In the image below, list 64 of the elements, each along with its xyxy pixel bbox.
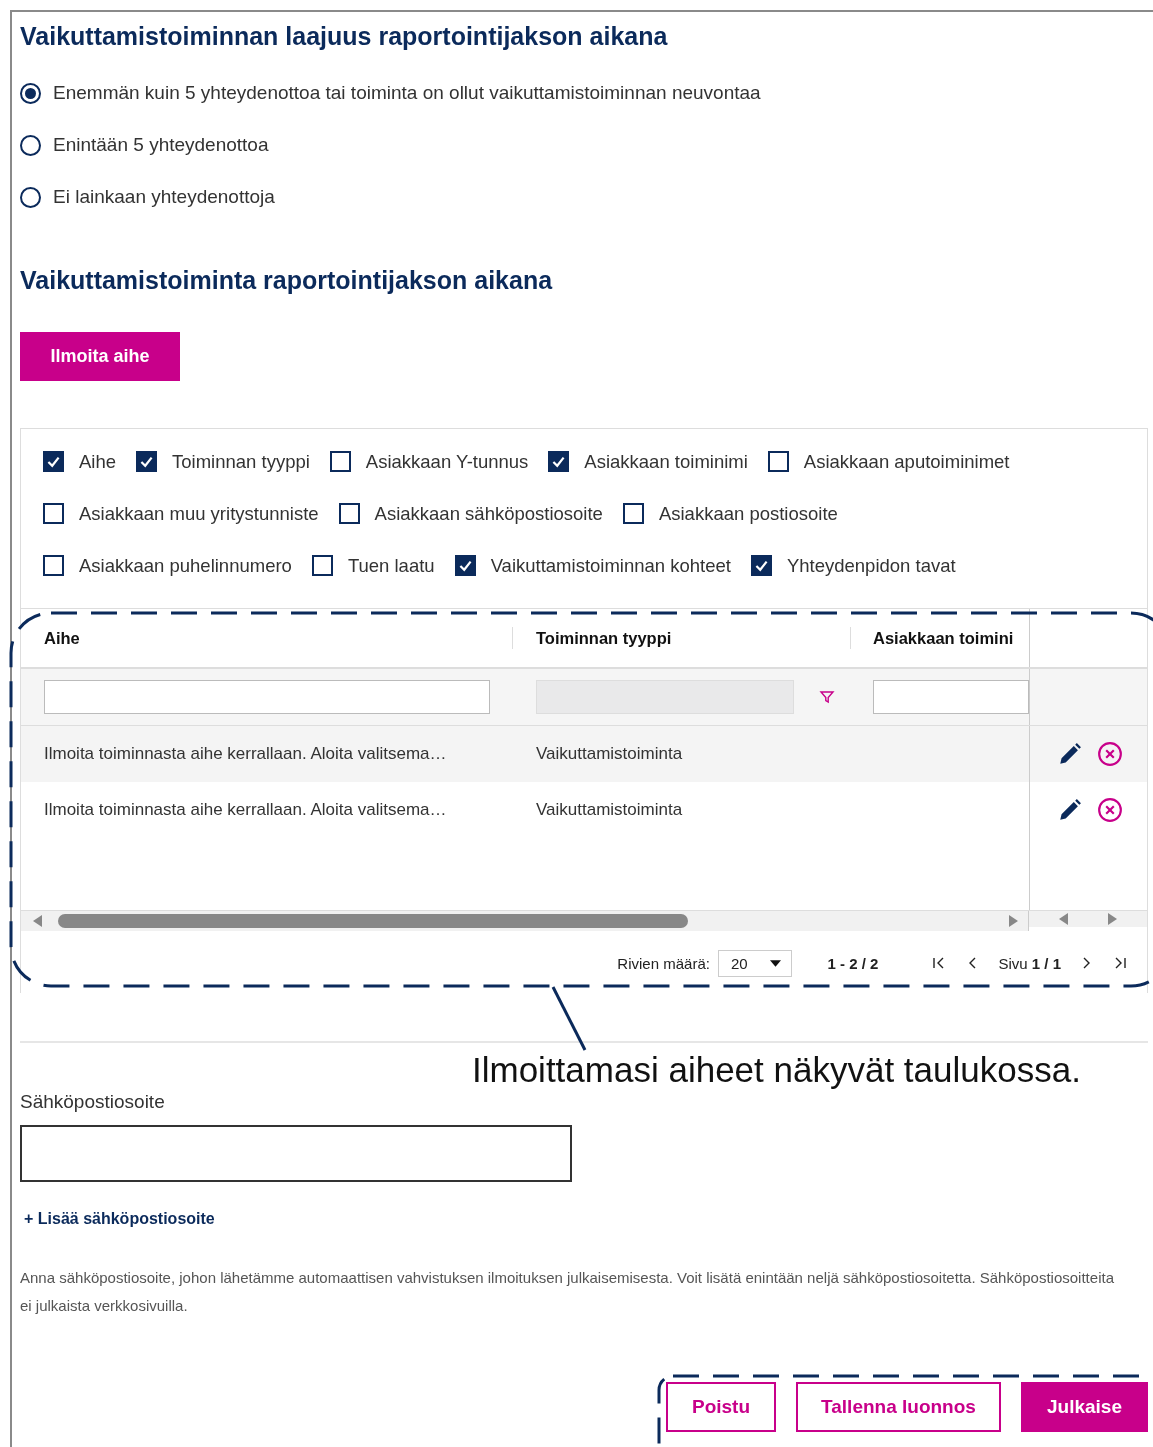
checkbox[interactable] [338,503,360,524]
filter-icon[interactable] [819,689,835,705]
filter-input[interactable] [44,680,490,714]
checkbox[interactable] [329,451,351,472]
action-button[interactable]: Poistu [666,1382,776,1432]
edit-icon[interactable] [1057,797,1083,823]
column-header[interactable]: Asiakkaan toimini [873,628,1014,648]
checkbox[interactable] [767,451,789,472]
checkbox-label: Asiakkaan aputoiminimet [803,450,1010,473]
checkbox-label: Asiakkaan toiminimi [584,450,748,473]
checkbox-label: Yhteydenpidon tavat [786,554,956,577]
help-text: Anna sähköpostiosoite, johon lähetämme automaattisen vahvistuksen ilmoituksen julkaisemisesta. Voit lisätä enintään neljä sähköpostiosoitetta. Sähköpostiosoitteita ei julkaista verkkosivuilla. [20,1268,1115,1316]
page-range: 1 - 2 / 2 [827,954,879,972]
checkbox[interactable] [622,503,644,524]
caret-icon [769,959,781,967]
horizontal-scrollbar[interactable] [1029,911,1147,927]
radio-label: Ei lainkaan yhteydenottoja [53,186,275,208]
table-cell: Vaikuttamistoiminta [536,744,683,763]
column-header[interactable]: Toiminnan tyyppi [536,628,672,648]
checkbox[interactable] [136,451,158,472]
checkbox[interactable] [750,555,772,576]
table-cell: Vaikuttamistoiminta [536,800,683,819]
edit-icon[interactable] [1057,741,1083,767]
checkbox[interactable] [43,503,64,524]
checkbox-label: Asiakkaan muu yritystunniste [79,502,319,525]
checkbox[interactable] [454,555,476,576]
action-button[interactable]: Julkaise [1021,1382,1148,1432]
add-topic-button[interactable]: Ilmoita aihe [20,332,180,381]
email-input[interactable] [20,1125,572,1182]
horizontal-scrollbar[interactable] [21,911,1029,931]
checkbox[interactable] [43,555,64,576]
annotation-text: Ilmoittamasi aiheet näkyvät taulukossa. [472,1050,1081,1090]
checkbox-label: Tuen laatu [347,554,435,577]
radio-button[interactable] [20,186,41,208]
field-label: Sähköpostiosoite [20,1091,165,1113]
checkbox-label: Toiminnan tyyppi [172,450,310,473]
radio-button[interactable] [20,82,41,104]
checkbox-label: Asiakkaan puhelinnumero [79,554,292,577]
checkbox-label: Asiakkaan Y-tunnus [365,450,529,473]
column-header[interactable]: Aihe [44,628,80,648]
delete-icon[interactable] [1097,741,1123,767]
delete-icon[interactable] [1097,797,1123,823]
radio-label: Enintään 5 yhteydenottoa [53,134,269,156]
page-indicator: Sivu 1 / 1 [998,954,1061,972]
checkbox-label: Aihe [79,450,117,473]
checkbox[interactable] [311,555,333,576]
section-heading: Vaikuttamistoiminnan laajuus raportointijakson aikana [20,22,668,51]
last-page-icon[interactable] [1113,956,1127,970]
radio-button[interactable] [20,134,41,156]
section-heading: Vaikuttamistoiminta raportointijakson aikana [20,266,553,295]
checkbox-label: Asiakkaan postiosoite [658,502,838,525]
add-email-link[interactable]: + Lisää sähköpostiosoite [24,1210,215,1228]
action-button[interactable]: Tallenna luonnos [796,1382,1001,1432]
checkbox[interactable] [43,451,64,472]
checkbox-label: Vaikuttamistoiminnan kohteet [490,554,731,577]
rows-per-page-label: Rivien määrä: [617,954,710,972]
checkbox-label: Asiakkaan sähköpostiosoite [374,502,603,525]
leader-line [551,986,587,1051]
table-cell: Ilmoita toiminnasta aihe kerrallaan. Aloita valitsema… [44,744,447,763]
radio-label: Enemmän kuin 5 yhteydenottoa tai toiminta on ollut vaikuttamistoiminnan neuvontaa [53,82,761,104]
checkbox[interactable] [548,451,570,472]
page-size-dropdown[interactable]: 20 [717,949,792,977]
filter-input[interactable] [873,680,1029,714]
table-cell: Ilmoita toiminnasta aihe kerrallaan. Aloita valitsema… [44,800,447,819]
